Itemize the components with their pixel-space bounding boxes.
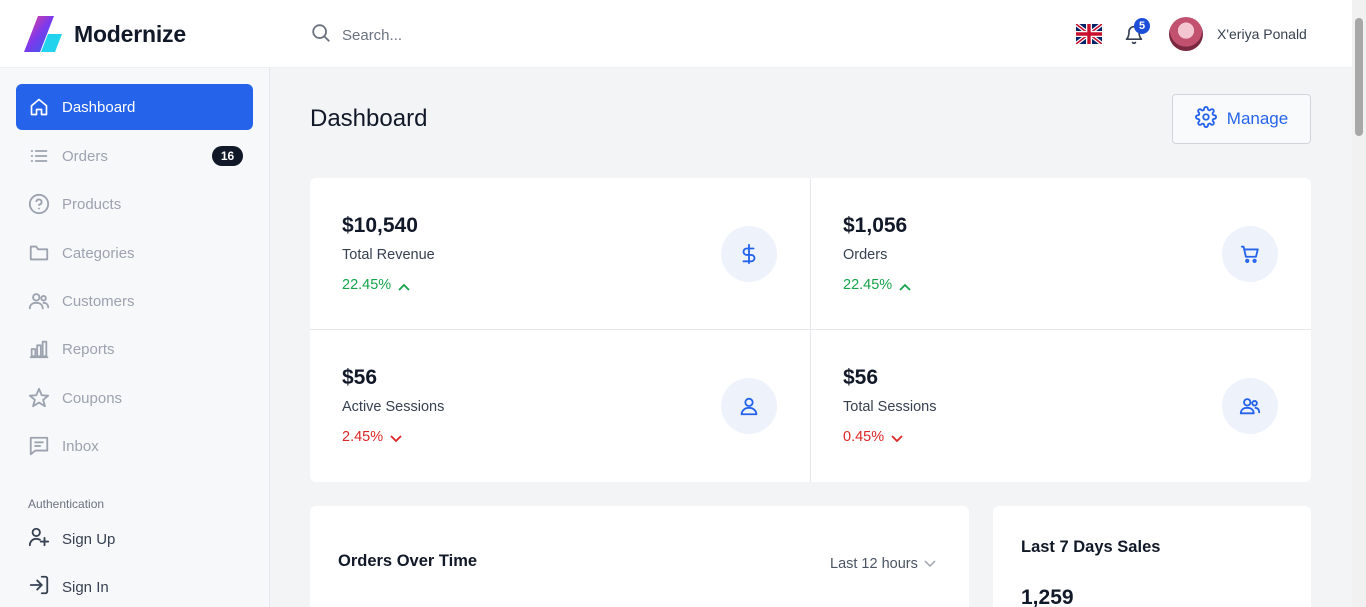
- list-icon: [28, 145, 50, 167]
- stat-delta: 2.45%: [342, 429, 403, 445]
- chevron-down-icon: [924, 556, 936, 572]
- chevron-up-icon: [898, 280, 912, 291]
- stat-label: Orders: [843, 247, 888, 263]
- uk-flag-icon[interactable]: [1074, 22, 1104, 46]
- scrollbar-thumb[interactable]: [1355, 18, 1363, 136]
- chevron-down-icon: [389, 432, 403, 443]
- user-plus-icon: [28, 526, 50, 552]
- sidebar-item-label: Sign Up: [62, 530, 116, 548]
- card-title: Last 7 Days Sales: [1021, 538, 1161, 556]
- section-label-authentication: Authentication: [28, 497, 105, 511]
- sidebar-item-sign-up[interactable]: Sign Up: [16, 519, 253, 559]
- page-title: Dashboard: [310, 105, 428, 132]
- sidebar-item-label: Dashboard: [62, 98, 136, 116]
- dollar-icon: [721, 226, 777, 282]
- sidebar-item-label: Reports: [62, 340, 115, 358]
- question-circle-icon: [28, 193, 50, 215]
- stat-card-active-sessions: $56 Active Sessions 2.45%: [310, 330, 810, 481]
- user-name[interactable]: X'eriya Ponald: [1217, 26, 1307, 42]
- users-icon: [1222, 378, 1278, 434]
- stat-delta-value: 2.45%: [342, 429, 384, 445]
- sidebar: Dashboard Orders 16 Products Categories …: [0, 68, 270, 607]
- star-icon: [28, 387, 50, 409]
- stat-delta-value: 22.45%: [843, 277, 893, 293]
- avatar[interactable]: [1169, 17, 1203, 51]
- bar-chart-icon: [28, 338, 50, 360]
- brand[interactable]: Modernize: [24, 16, 186, 52]
- home-icon: [28, 96, 50, 118]
- stat-label: Total Revenue: [342, 247, 435, 263]
- folder-icon: [28, 242, 50, 264]
- stat-value: $56: [342, 366, 378, 389]
- stat-delta-value: 22.45%: [342, 277, 392, 293]
- stat-value: $56: [843, 366, 879, 389]
- sidebar-item-label: Sign In: [62, 578, 109, 596]
- page-scrollbar[interactable]: [1352, 0, 1366, 607]
- manage-button[interactable]: Manage: [1172, 94, 1311, 144]
- last-7-days-sales-card: Last 7 Days Sales 1,259: [993, 506, 1311, 607]
- sidebar-item-label: Inbox: [62, 437, 99, 455]
- sidebar-item-reports[interactable]: Reports: [16, 326, 253, 372]
- sidebar-item-categories[interactable]: Categories: [16, 230, 253, 276]
- orders-count-badge: 16: [212, 146, 243, 166]
- top-bar: Modernize 5 X'eriya Ponald: [0, 0, 1352, 68]
- search-icon: [310, 22, 332, 49]
- sidebar-item-label: Categories: [62, 244, 135, 262]
- sidebar-item-label: Orders: [62, 147, 108, 165]
- gear-icon: [1194, 105, 1217, 133]
- cart-icon: [1222, 226, 1278, 282]
- sidebar-item-label: Coupons: [62, 389, 123, 407]
- user-icon: [721, 378, 777, 434]
- stat-delta-value: 0.45%: [843, 429, 885, 445]
- users-icon: [28, 290, 50, 312]
- sidebar-item-label: Customers: [62, 292, 135, 310]
- chevron-down-icon: [890, 432, 904, 443]
- chevron-up-icon: [397, 280, 411, 291]
- sidebar-item-inbox[interactable]: Inbox: [16, 423, 253, 469]
- sidebar-item-products[interactable]: Products: [16, 181, 253, 227]
- message-icon: [28, 435, 50, 457]
- brand-name: Modernize: [74, 20, 186, 47]
- time-range-label: Last 12 hours: [830, 556, 918, 572]
- stat-card-orders: $1,056 Orders 22.45%: [811, 178, 1311, 329]
- orders-over-time-card: Orders Over Time Last 12 hours: [310, 506, 969, 607]
- sales-value: 1,259: [1021, 586, 1074, 607]
- sign-in-icon: [28, 574, 50, 600]
- time-range-dropdown[interactable]: Last 12 hours: [830, 556, 936, 572]
- stats-panel: $10,540 Total Revenue 22.45% $1,056 Orde…: [310, 178, 1311, 482]
- sidebar-item-label: Products: [62, 195, 122, 213]
- stat-card-total-sessions: $56 Total Sessions 0.45%: [811, 330, 1311, 481]
- stat-delta: 22.45%: [342, 277, 411, 293]
- notification-count-badge: 5: [1134, 18, 1150, 34]
- stat-delta: 22.45%: [843, 277, 912, 293]
- sidebar-item-coupons[interactable]: Coupons: [16, 375, 253, 421]
- sidebar-item-customers[interactable]: Customers: [16, 278, 253, 324]
- search-bar: [310, 22, 642, 49]
- brand-logo-icon: [24, 16, 62, 52]
- sidebar-item-dashboard[interactable]: Dashboard: [16, 84, 253, 130]
- stat-label: Total Sessions: [843, 399, 937, 415]
- sidebar-item-sign-in[interactable]: Sign In: [16, 567, 253, 607]
- manage-button-label: Manage: [1226, 109, 1289, 128]
- stat-value: $10,540: [342, 214, 418, 237]
- stat-label: Active Sessions: [342, 399, 445, 415]
- search-input[interactable]: [342, 27, 642, 44]
- stat-card-total-revenue: $10,540 Total Revenue 22.45%: [310, 178, 810, 329]
- stat-value: $1,056: [843, 214, 908, 237]
- sidebar-item-orders[interactable]: Orders 16: [16, 133, 253, 179]
- stat-delta: 0.45%: [843, 429, 904, 445]
- card-title: Orders Over Time: [338, 552, 478, 570]
